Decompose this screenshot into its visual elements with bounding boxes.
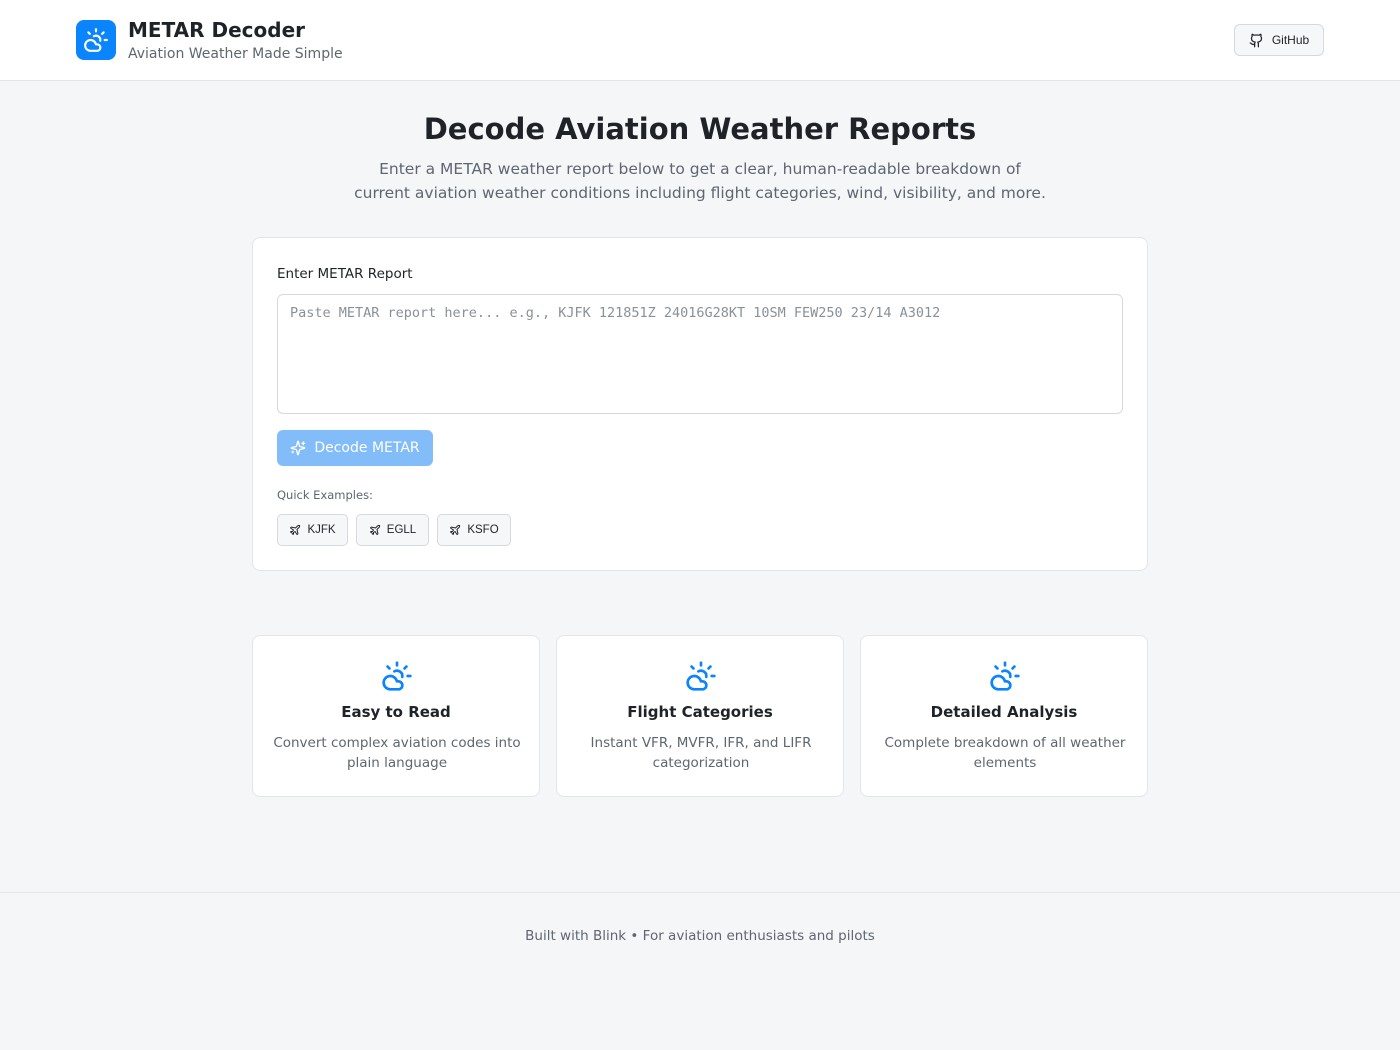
feature-title: Detailed Analysis xyxy=(930,703,1078,721)
metar-input[interactable] xyxy=(277,294,1123,414)
github-icon xyxy=(1249,33,1262,47)
decode-metar-label: Decode METAR xyxy=(314,440,420,456)
footer-text: Built with Blink • For aviation enthusia… xyxy=(525,928,875,944)
feature-description: Complete breakdown of all weather elemen… xyxy=(884,735,1126,771)
footer-divider xyxy=(0,892,1400,893)
github-label: GitHub xyxy=(1271,33,1310,47)
github-button[interactable]: GitHub xyxy=(1234,24,1324,56)
feature-card-detailed-analysis: Detailed Analysis Complete breakdown of … xyxy=(860,635,1148,797)
app-title: METAR Decoder xyxy=(128,18,306,42)
sparkles-icon xyxy=(291,440,306,456)
feature-card-flight-categories: Flight Categories Instant VFR, MVFR, IFR… xyxy=(556,635,844,797)
plane-icon xyxy=(290,524,301,535)
page-title: Decode Aviation Weather Reports xyxy=(423,112,977,146)
quick-examples-label: Quick Examples: xyxy=(277,488,373,502)
feature-title: Flight Categories xyxy=(627,703,773,721)
feature-description: Instant VFR, MVFR, IFR, and LIFR categor… xyxy=(590,735,812,771)
sun-cloud-icon xyxy=(382,661,412,691)
example-chip-label: EGLL xyxy=(386,524,417,536)
app-header: METAR Decoder Aviation Weather Made Simp… xyxy=(0,0,1400,81)
example-chip-ksfo[interactable]: KSFO xyxy=(437,514,511,546)
app-subtitle: Aviation Weather Made Simple xyxy=(128,46,343,62)
plane-icon xyxy=(369,524,380,535)
metar-input-label: Enter METAR Report xyxy=(277,266,413,282)
example-chip-egll[interactable]: EGLL xyxy=(356,514,429,546)
sun-cloud-icon xyxy=(990,661,1020,691)
example-chip-label: KSFO xyxy=(467,524,499,536)
sun-cloud-icon xyxy=(84,28,108,52)
page-description: Enter a METAR weather report below to ge… xyxy=(354,160,1046,202)
sun-cloud-icon xyxy=(686,661,716,691)
metar-input-card: Enter METAR Report Decode METAR Quick Ex… xyxy=(252,237,1148,571)
app-logo xyxy=(76,20,116,60)
feature-description: Convert complex aviation codes into plai… xyxy=(273,735,521,771)
feature-card-easy-to-read: Easy to Read Convert complex aviation co… xyxy=(252,635,540,797)
example-chip-label: KJFK xyxy=(307,524,336,536)
feature-title: Easy to Read xyxy=(341,703,451,721)
decode-metar-button[interactable]: Decode METAR xyxy=(277,430,433,466)
plane-icon xyxy=(450,524,461,535)
example-chip-kjfk[interactable]: KJFK xyxy=(277,514,348,546)
